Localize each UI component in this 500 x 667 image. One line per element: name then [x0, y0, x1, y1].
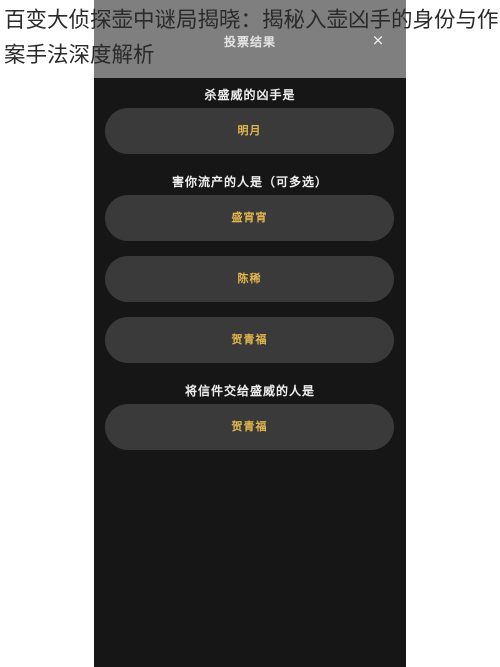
- answer-button[interactable]: 盛宵宵: [105, 195, 394, 241]
- answer-button[interactable]: 贺青福: [105, 404, 394, 450]
- answer-button[interactable]: 贺青福: [105, 317, 394, 363]
- page: 投票结果 × 杀盛威的凶手是 明月 害你流产的人是（可多选） 盛宵宵 陈稀 贺青…: [0, 0, 500, 667]
- answer-label: 贺青福: [231, 420, 268, 433]
- answer-button[interactable]: 陈稀: [105, 256, 394, 302]
- vote-result-screen: 投票结果 × 杀盛威的凶手是 明月 害你流产的人是（可多选） 盛宵宵 陈稀 贺青…: [94, 0, 406, 667]
- answer-label: 盛宵宵: [231, 211, 268, 224]
- answer-label: 贺青福: [231, 333, 268, 346]
- answer-label: 陈稀: [237, 272, 262, 285]
- answer-label: 明月: [237, 124, 262, 137]
- article-headline: 百变大侦探壶中谜局揭晓：揭秘入壶凶手的身份与作案手法深度解析: [4, 8, 499, 68]
- question-2-prompt: 害你流产的人是（可多选）: [171, 175, 328, 189]
- question-3-prompt: 将信件交给盛威的人是: [184, 384, 315, 398]
- answer-button[interactable]: 明月: [105, 108, 394, 154]
- question-1-prompt: 杀盛威的凶手是: [204, 88, 296, 102]
